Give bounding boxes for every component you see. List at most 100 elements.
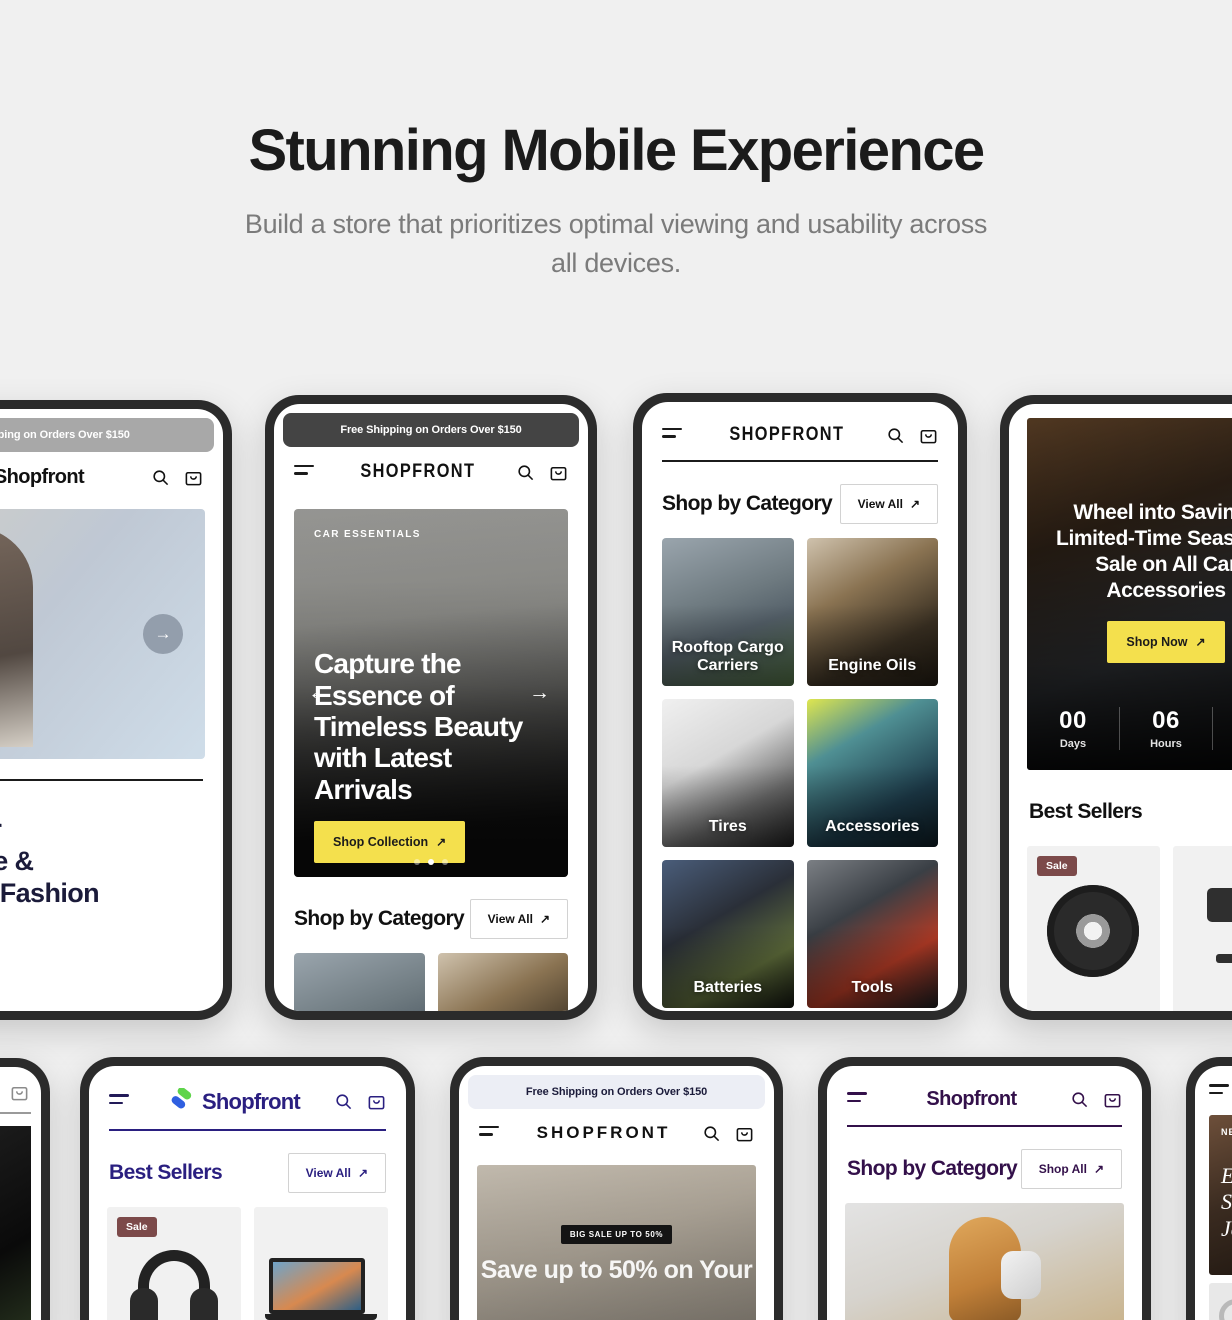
view-all-button[interactable]: View All ↗	[839, 483, 938, 524]
view-all-label: View All	[857, 496, 903, 511]
phone-1-hero-copy: ON ver Your ure Style & sh Your Fashion …	[0, 781, 223, 943]
carousel-dot[interactable]	[414, 859, 420, 865]
hamburger-icon	[479, 1125, 505, 1136]
phone-5-nav-actions	[334, 1092, 386, 1111]
menu-button[interactable]	[109, 1094, 135, 1109]
hero-heading: Capture the Essence of Timeless Beauty w…	[314, 648, 523, 805]
phone-mockup-3: SHOPFRONT Shop by Category View All ↗ Ro…	[633, 393, 967, 1020]
shop-all-button[interactable]: Shop All ↗	[1020, 1148, 1122, 1189]
category-card[interactable]	[294, 953, 425, 1011]
category-hero-image[interactable]	[845, 1202, 1124, 1320]
product-card[interactable]	[254, 1206, 388, 1320]
cart-icon[interactable]	[10, 1083, 29, 1102]
promo-banner[interactable]: Wheel into Savings Limited-Time Seasonal…	[1027, 418, 1232, 770]
cart-icon[interactable]	[367, 1092, 386, 1111]
shop-now-button[interactable]: Shop Now ↗	[1107, 620, 1225, 663]
shop-collection-label: Shop Collection	[333, 835, 429, 849]
brand-logo[interactable]: Shopfront	[169, 1087, 301, 1115]
announcement-bar: Shipping on Orders Over $150	[0, 418, 214, 452]
phone-7-nav-actions	[1070, 1090, 1122, 1109]
category-card[interactable]: Tires	[662, 698, 794, 847]
menu-button[interactable]	[1209, 1084, 1232, 1099]
cart-icon[interactable]	[1103, 1090, 1122, 1109]
product-card[interactable]	[1172, 846, 1232, 1011]
phone-5-screen: Shopfront Best Sellers View All ↗ Sale	[89, 1066, 406, 1320]
brand-logo[interactable]: SHOPFRONT	[730, 424, 845, 446]
category-card[interactable]: Rooftop Cargo Carriers	[662, 537, 794, 686]
brand-logo[interactable]: SHOPFRONT	[361, 461, 476, 483]
hero-carousel-slide[interactable]: CAR ESSENTIALS ← → Capture the Essence o…	[294, 509, 568, 877]
promo-content: Wheel into Savings Limited-Time Seasonal…	[1027, 500, 1232, 663]
phone-5-navbar: Shopfront	[89, 1066, 406, 1127]
shop-all-label: Shop All	[1038, 1161, 1087, 1176]
phone-bottom-0-navbar	[0, 1067, 41, 1112]
hero-image	[0, 1125, 31, 1320]
brand-logo[interactable]: Shopfront	[0, 466, 85, 489]
phone-mockup-7: Shopfront Shop by Category Shop All ↗	[818, 1057, 1151, 1320]
countdown-unit: 21 Minutes	[1212, 707, 1232, 750]
cart-icon[interactable]	[919, 426, 938, 445]
hero-image: →	[0, 509, 205, 759]
brand-logo[interactable]: Shopfront	[926, 1088, 1017, 1111]
product-image-tire	[1047, 885, 1140, 977]
carousel-next-button[interactable]: →	[143, 614, 183, 654]
category-card[interactable]: Accessories	[806, 698, 938, 847]
shop-collection-button[interactable]: Shop Collection ↗	[314, 821, 466, 863]
menu-button[interactable]	[294, 464, 320, 480]
page-subtitle: Build a store that prioritizes optimal v…	[244, 208, 988, 278]
product-card[interactable]: Sale	[107, 1206, 241, 1320]
cart-icon[interactable]	[184, 468, 203, 487]
hero-heading: ver Your ure Style & sh Your Fashion y	[0, 814, 100, 909]
cart-icon[interactable]	[735, 1124, 754, 1143]
brand-logo[interactable]: SHOPFRONT	[537, 1123, 671, 1143]
shop-now-label: Shop Now	[1126, 634, 1188, 649]
category-card[interactable]: Engine Oils	[806, 537, 938, 686]
menu-button[interactable]	[479, 1125, 505, 1141]
arrow-up-right-icon: ↗	[1093, 1161, 1104, 1176]
product-card[interactable]: RIN	[1209, 1283, 1232, 1320]
product-grid: Sale	[89, 1206, 406, 1320]
phone-6-nav-actions	[702, 1124, 754, 1143]
carousel-prev-button[interactable]: ←	[308, 681, 329, 705]
arrow-up-right-icon: ↗	[539, 912, 550, 926]
hero-banner[interactable]: BIG SALE UP TO 50% Save up to 50% on You…	[477, 1165, 756, 1320]
phone-1-navbar: Shopfront	[0, 452, 223, 501]
section-title: Best Sellers	[1029, 800, 1143, 823]
sale-badge: BIG SALE UP TO 50%	[560, 1225, 673, 1245]
category-card[interactable]	[437, 953, 568, 1011]
phone-8-screen: NEW En St Je RIN	[1195, 1066, 1232, 1320]
search-icon[interactable]	[702, 1124, 721, 1143]
new-badge: NEW	[1221, 1127, 1232, 1137]
menu-button[interactable]	[662, 427, 688, 443]
carousel-dot-active[interactable]	[428, 859, 434, 865]
view-all-button[interactable]: View All ↗	[287, 1152, 386, 1193]
search-icon[interactable]	[1070, 1090, 1089, 1109]
menu-button[interactable]	[847, 1092, 873, 1107]
product-image-headphones	[126, 1248, 222, 1320]
hamburger-icon	[294, 464, 320, 475]
phone-2-navbar: SHOPFRONT	[274, 447, 588, 495]
phone-mockup-5: Shopfront Best Sellers View All ↗ Sale	[80, 1057, 415, 1320]
product-card[interactable]: Sale	[1027, 846, 1160, 1011]
cart-icon[interactable]	[549, 463, 568, 482]
category-card[interactable]: Batteries	[662, 859, 794, 1008]
section-title: Shop by Category	[847, 1156, 1018, 1180]
search-icon[interactable]	[886, 426, 905, 445]
section-header: Shop by Category Shop All ↗	[827, 1127, 1142, 1203]
search-icon[interactable]	[151, 468, 170, 487]
hero-image[interactable]: NEW En St Je	[1209, 1115, 1232, 1275]
carousel-dots	[294, 859, 568, 865]
countdown-label: Days	[1059, 738, 1087, 750]
search-icon[interactable]	[516, 463, 535, 482]
carousel-dot[interactable]	[442, 859, 448, 865]
hamburger-icon	[847, 1092, 873, 1102]
category-card[interactable]: Tools	[806, 859, 938, 1008]
hero-heading: Save up to 50% on Your	[480, 1256, 753, 1285]
view-all-button[interactable]: View All ↗	[469, 899, 568, 939]
phone-3-nav-actions	[886, 426, 938, 445]
phone-6-navbar: SHOPFRONT	[459, 1109, 774, 1155]
search-icon[interactable]	[334, 1092, 353, 1111]
phone-bottom-0-screen	[0, 1067, 41, 1320]
carousel-next-button[interactable]: →	[529, 681, 550, 705]
phone-7-screen: Shopfront Shop by Category Shop All ↗	[827, 1066, 1142, 1320]
